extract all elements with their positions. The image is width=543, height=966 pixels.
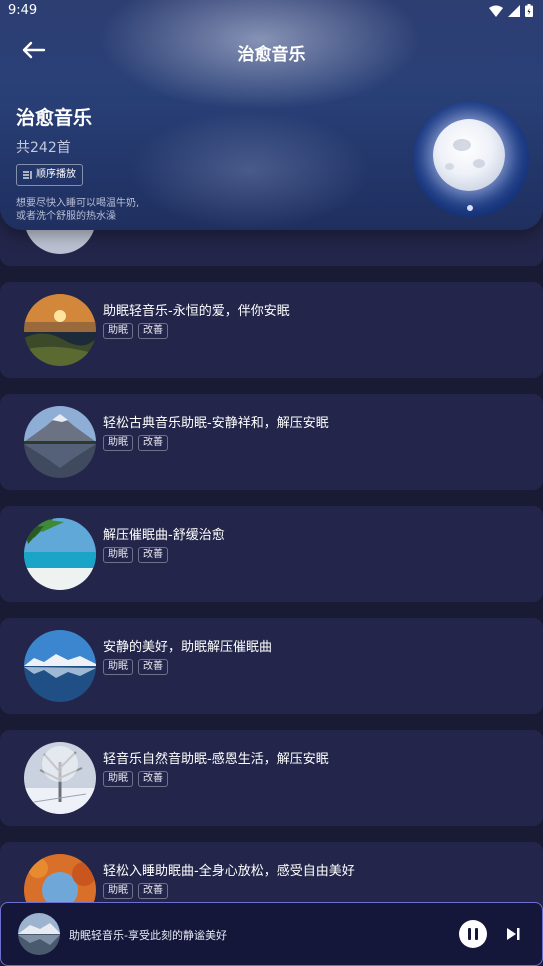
song-title: 轻松古典音乐助眠-安静祥和，解压安眠 [103,416,329,431]
battery-icon [525,4,533,17]
now-playing-thumbnail [18,913,60,955]
song-thumbnail [24,406,96,478]
song-thumbnail [24,630,96,702]
song-thumbnail [24,742,96,814]
song-card[interactable]: 轻音乐自然音助眠-感恩生活，解压安眠 助眠 改善 [0,730,543,826]
song-tag: 助眠 [103,883,133,899]
now-playing-title: 助眠轻音乐-享受此刻的静谧美好 [69,929,227,942]
moon-image [433,119,505,191]
status-time: 9:49 [8,3,38,18]
song-card[interactable]: 安静的美好，助眠解压催眠曲 助眠 改善 [0,618,543,714]
list-order-icon [23,171,32,179]
status-icons [489,4,533,17]
playlist-description: 想要尽快入睡可以喝温牛奶, 或者洗个舒服的热水澡 [16,197,216,223]
playlist-name: 治愈音乐 [16,107,93,129]
playlist-cover-image [413,101,529,217]
page-title: 治愈音乐 [237,45,306,65]
song-title: 轻音乐自然音助眠-感恩生活，解压安眠 [103,752,329,767]
song-tag: 助眠 [103,659,133,675]
song-tag: 助眠 [103,771,133,787]
song-tag: 助眠 [103,435,133,451]
pause-icon [468,928,471,940]
song-card[interactable]: 轻松古典音乐助眠-安静祥和，解压安眠 助眠 改善 [0,394,543,490]
song-tags: 助眠 改善 [103,435,168,451]
song-tag: 改善 [138,547,168,563]
song-tags: 助眠 改善 [103,883,168,899]
wifi-icon [489,5,503,17]
song-card[interactable]: 助眠轻音乐-永恒的爱，伴你安眠 助眠 改善 [0,282,543,378]
song-tags: 助眠 改善 [103,659,168,675]
description-line: 想要尽快入睡可以喝温牛奶, [16,198,140,209]
song-thumbnail [24,294,96,366]
song-card[interactable]: 解压催眠曲-舒缓治愈 助眠 改善 [0,506,543,602]
song-title: 轻松入睡助眠曲-全身心放松，感受自由美好 [103,864,355,879]
song-tag: 改善 [138,771,168,787]
song-title: 助眠轻音乐-永恒的爱，伴你安眠 [103,304,290,319]
description-line: 或者洗个舒服的热水澡 [16,211,116,222]
song-tag: 改善 [138,883,168,899]
song-tag: 助眠 [103,323,133,339]
song-tag: 改善 [138,659,168,675]
song-title: 安静的美好，助眠解压催眠曲 [103,640,273,655]
song-tag: 改善 [138,323,168,339]
next-track-icon[interactable] [504,925,522,943]
play-order-label: 顺序播放 [36,169,76,180]
song-tag: 助眠 [103,547,133,563]
song-tags: 助眠 改善 [103,771,168,787]
song-tags: 助眠 改善 [103,323,168,339]
song-thumbnail [24,518,96,590]
mini-player[interactable]: 助眠轻音乐-享受此刻的静谧美好 [0,902,543,966]
play-order-button[interactable]: 顺序播放 [16,164,83,186]
song-tags: 助眠 改善 [103,547,168,563]
song-count: 共242首 [16,140,71,156]
pause-button[interactable] [459,920,487,948]
song-title: 解压催眠曲-舒缓治愈 [103,528,225,543]
song-tag: 改善 [138,435,168,451]
playlist-header: 治愈音乐 治愈音乐 共242首 顺序播放 想要尽快入睡可以喝温牛奶, 或者洗个舒… [0,0,543,230]
signal-icon [508,4,520,17]
status-bar: 9:49 [0,0,543,24]
